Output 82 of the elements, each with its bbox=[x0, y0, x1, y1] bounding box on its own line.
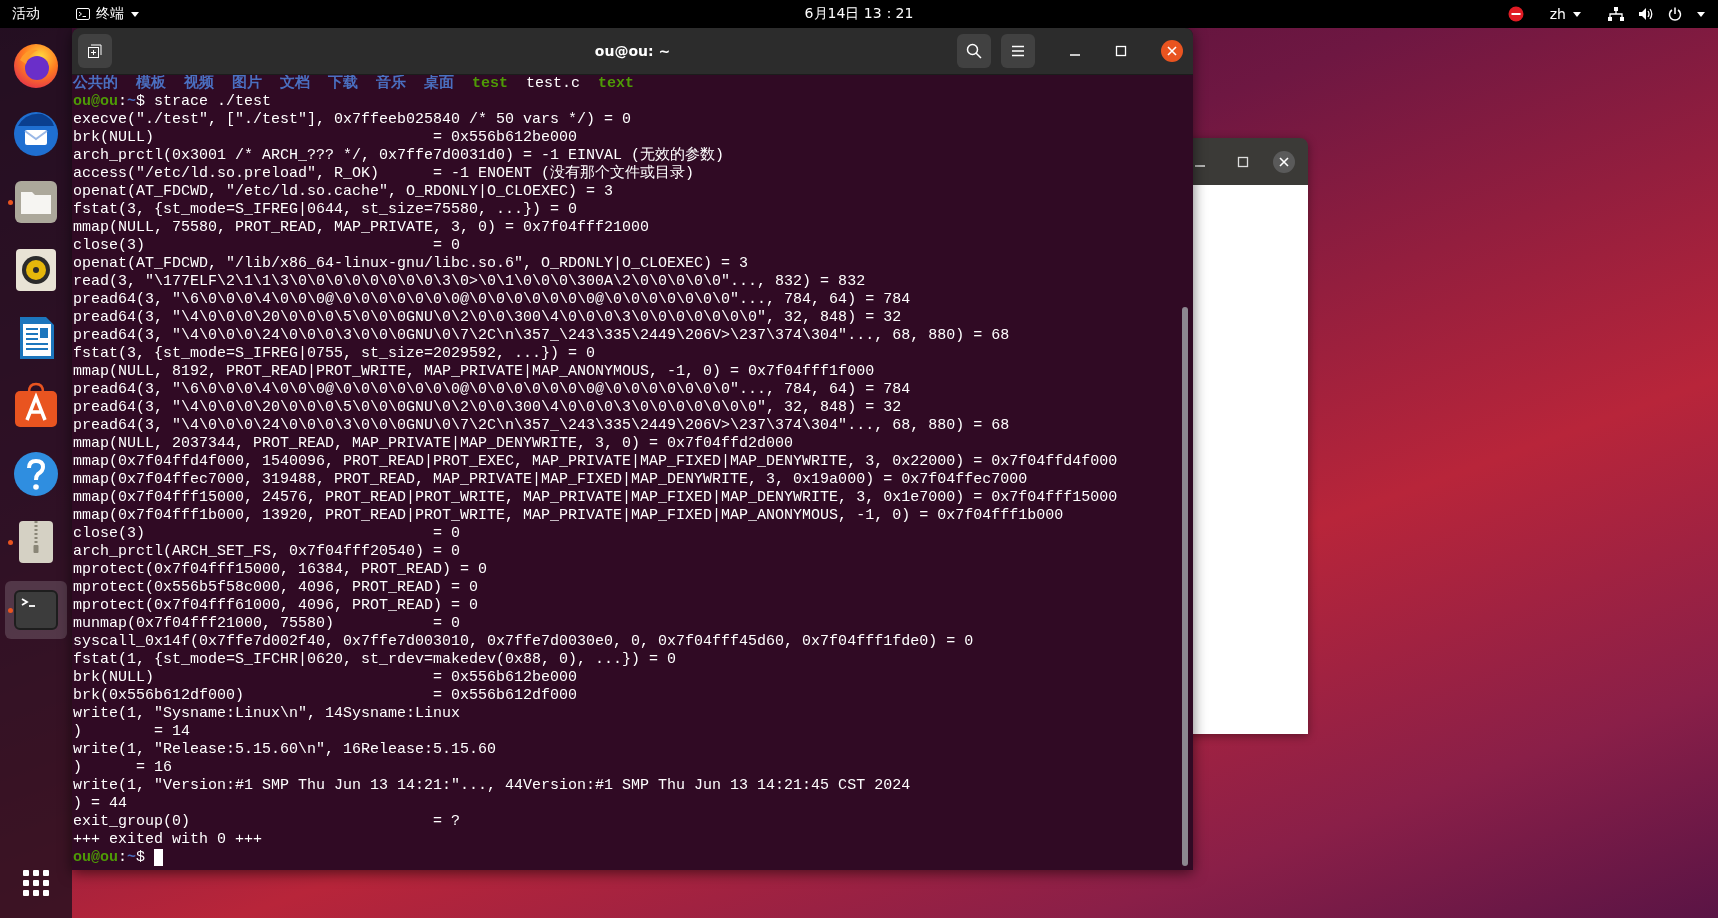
terminal-line: openat(AT_FDCWD, "/etc/ld.so.cache", O_RDONLY|O_CLOEXEC) = 3 bbox=[73, 183, 614, 201]
terminal-line: mmap(NULL, 75580, PROT_READ, MAP_PRIVATE, 3, 0) = 0x7f04fff21000 bbox=[73, 219, 650, 237]
terminal-line: mprotect(0x7f04fff15000, 16384, PROT_READ) = 0 bbox=[73, 561, 488, 579]
terminal-icon bbox=[76, 8, 90, 20]
terminal-line: close(3) = 0 bbox=[73, 525, 461, 543]
folder-icon bbox=[12, 178, 60, 226]
terminal-line: arch_prctl(0x3001 /* ARCH_??? */, 0x7ffe7d0031d0) = -1 EINVAL (无效的参数) bbox=[73, 147, 725, 164]
folder-name: 公共的 bbox=[73, 75, 118, 93]
power-icon[interactable] bbox=[1668, 7, 1682, 21]
shopping-bag-icon bbox=[12, 382, 60, 430]
terminal-line: write(1, "Sysname:Linux\n", 14Sysname:Linux bbox=[73, 705, 461, 723]
file-name: test bbox=[472, 75, 508, 93]
terminal-line: +++ exited with 0 +++ bbox=[73, 831, 263, 849]
caret-icon bbox=[1696, 10, 1706, 18]
terminal-line: mmap(0x7f04ffd4f000, 1540096, PROT_READ|PROT_EXEC, MAP_PRIVATE|MAP_FIXED|MAP_DENYWRITE, 3, 0x22000) = 0x7f04ffd4f000 bbox=[73, 453, 1118, 471]
terminal-line: pread64(3, "\6\0\0\0\4\0\0\0@\0\0\0\0\0\0\0@\0\0\0\0\0\0\0@\0\0\0\0\0\0\0"..., 784, 64) = 784 bbox=[73, 291, 911, 309]
bird-mail-icon bbox=[12, 110, 60, 158]
search-icon bbox=[966, 43, 982, 59]
terminal-line: brk(0x556b612df000) = 0x556b612df000 bbox=[73, 687, 578, 705]
terminal-line: exit_group(0) = ? bbox=[73, 813, 461, 831]
file-name: test.c bbox=[526, 75, 581, 93]
terminal-line: mmap(NULL, 2037344, PROT_READ, MAP_PRIVATE|MAP_DENYWRITE, 3, 0) = 0x7f04ffd2d000 bbox=[73, 435, 794, 453]
terminal-line: write(1, "Version:#1 SMP Thu Jun 13 14:21:"..., 44Version:#1 SMP Thu Jun 13 14:21:45 CST 2024 bbox=[73, 777, 911, 795]
prompt-line: ou@ou:~$ bbox=[73, 849, 147, 867]
terminal-line: pread64(3, "\4\0\0\0\24\0\0\0\3\0\0\0GNU\0\7\2C\n\357_\243\335\2449\206V>\237\374\304"..., 68, 880) = 68 bbox=[73, 327, 1010, 345]
volume-icon[interactable] bbox=[1638, 7, 1654, 21]
menu-button[interactable] bbox=[1001, 34, 1035, 68]
terminal-line: access("/etc/ld.so.preload", R_OK) = -1 ENOENT (没有那个文件或目录) bbox=[73, 165, 695, 183]
folder-name: 下载 bbox=[328, 75, 358, 93]
folder-name: 文档 bbox=[280, 75, 310, 93]
input-method-menu[interactable]: zh bbox=[1549, 6, 1582, 22]
terminal-line: openat(AT_FDCWD, "/lib/x86_64-linux-gnu/libc.so.6", O_RDONLY|O_CLOEXEC) = 3 bbox=[73, 255, 749, 273]
app-menu[interactable]: 终端 bbox=[76, 5, 140, 23]
terminal-line: brk(NULL) = 0x556b612be000 bbox=[73, 129, 578, 147]
clock[interactable]: 6月14日 13：21 bbox=[804, 5, 914, 23]
terminal-line: mmap(0x7f04fff1b000, 13920, PROT_READ|PROT_WRITE, MAP_PRIVATE|MAP_FIXED|MAP_ANONYMOUS, -1, 0) = 0x7f04fff1b000 bbox=[73, 507, 1064, 525]
terminal-line: ) = 44 bbox=[73, 795, 127, 813]
terminal-line: mmap(0x7f04ffec7000, 319488, PROT_READ, MAP_PRIVATE|MAP_FIXED|MAP_DENYWRITE, 3, 0x19a000) = 0x7f04ffec7000 bbox=[73, 471, 1028, 489]
terminal-line: fstat(1, {st_mode=S_IFCHR|0620, st_rdev=makedev(0x88, 0), ...}) = 0 bbox=[73, 651, 677, 669]
terminal-line: write(1, "Release:5.15.60\n", 16Release:5.15.60 bbox=[73, 741, 497, 759]
terminal-line: ) = 14 bbox=[73, 723, 191, 741]
help-icon bbox=[12, 450, 60, 498]
new-tab-button[interactable] bbox=[78, 34, 112, 68]
terminal-line: pread64(3, "\4\0\0\0\20\0\0\0\5\0\0\0GNU\0\2\0\0\300\4\0\0\0\3\0\0\0\0\0\0\0", 32, 848) = 32 bbox=[73, 399, 902, 417]
terminal-line: arch_prctl(ARCH_SET_FS, 0x7f04fff20540) = 0 bbox=[73, 543, 461, 561]
search-button[interactable] bbox=[957, 34, 991, 68]
terminal-line: mmap(0x7f04fff15000, 24576, PROT_READ|PROT_WRITE, MAP_PRIVATE|MAP_FIXED|MAP_DENYWRITE, 3, 0x1e7000) = 0x7f04fff15000 bbox=[73, 489, 1118, 507]
window-title: ou@ou: ~ bbox=[594, 43, 671, 59]
folder-name: 音乐 bbox=[376, 75, 406, 93]
caret-icon bbox=[130, 10, 140, 18]
prompt-line: ou@ou:~$ strace ./test bbox=[73, 93, 272, 111]
scrollbar[interactable] bbox=[1182, 307, 1188, 866]
folder-name: 图片 bbox=[232, 75, 262, 93]
network-icon[interactable] bbox=[1608, 7, 1624, 21]
terminal-line: pread64(3, "\4\0\0\0\24\0\0\0\3\0\0\0GNU\0\7\2C\n\357_\243\335\2449\206V>\237\374\304"..., 68, 880) = 68 bbox=[73, 417, 1010, 435]
terminal-line: ) = 16 bbox=[73, 759, 173, 777]
terminal-line: mmap(NULL, 8192, PROT_READ|PROT_WRITE, MAP_PRIVATE|MAP_ANONYMOUS, -1, 0) = 0x7f04fff1f000 bbox=[73, 363, 875, 381]
terminal-line: execve("./test", ["./test"], 0x7ffeeb025840 /* 50 vars */) = 0 bbox=[73, 111, 632, 129]
close-icon[interactable] bbox=[1273, 150, 1295, 173]
terminal-line: fstat(3, {st_mode=S_IFREG|0644, st_size=75580, ...}) = 0 bbox=[73, 201, 578, 219]
file-name: text bbox=[598, 75, 635, 93]
terminal-line: munmap(0x7f04fff21000, 75580) = 0 bbox=[73, 615, 461, 633]
terminal-line: close(3) = 0 bbox=[73, 237, 461, 255]
folder-name: 模板 bbox=[136, 75, 166, 93]
maximize-icon[interactable] bbox=[1237, 155, 1249, 168]
terminal-line: read(3, "\177ELF\2\1\1\3\0\0\0\0\0\0\0\0\3\0>\0\1\0\0\0\300A\2\0\0\0\0\0"..., 832) = 832 bbox=[73, 273, 866, 291]
terminal-line: pread64(3, "\4\0\0\0\20\0\0\0\5\0\0\0GNU\0\2\0\0\300\4\0\0\0\3\0\0\0\0\0\0\0", 32, 848) = 32 bbox=[73, 309, 902, 327]
terminal-line: brk(NULL) = 0x556b612be000 bbox=[73, 669, 578, 687]
terminal-line: fstat(3, {st_mode=S_IFREG|0755, st_size=2029592, ...}) = 0 bbox=[73, 345, 596, 363]
close-icon[interactable] bbox=[1161, 40, 1183, 62]
folder-name: 视频 bbox=[184, 75, 214, 93]
terminal-line: pread64(3, "\6\0\0\0\4\0\0\0@\0\0\0\0\0\0\0@\0\0\0\0\0\0\0@\0\0\0\0\0\0\0"..., 784, 64) = 784 bbox=[73, 381, 911, 399]
app-grid-icon[interactable] bbox=[23, 870, 49, 896]
caret-icon bbox=[1572, 10, 1582, 18]
new-tab-icon bbox=[88, 44, 102, 58]
terminal-line: mprotect(0x556b5f58c000, 4096, PROT_READ) = 0 bbox=[73, 579, 479, 597]
terminal-line: syscall_0x14f(0x7ffe7d002f40, 0x7ffe7d003010, 0x7ffe7d0030e0, 0, 0x7f04fff45d60, 0x7f04fff1fde0) = 0 bbox=[73, 633, 974, 651]
folder-name: 桌面 bbox=[424, 75, 454, 93]
activities-button[interactable]: 活动 bbox=[12, 5, 40, 23]
terminal-line: mprotect(0x7f04fff61000, 4096, PROT_READ) = 0 bbox=[73, 597, 479, 615]
menu-icon bbox=[1011, 45, 1025, 57]
do-not-disturb-icon[interactable] bbox=[1507, 6, 1524, 22]
